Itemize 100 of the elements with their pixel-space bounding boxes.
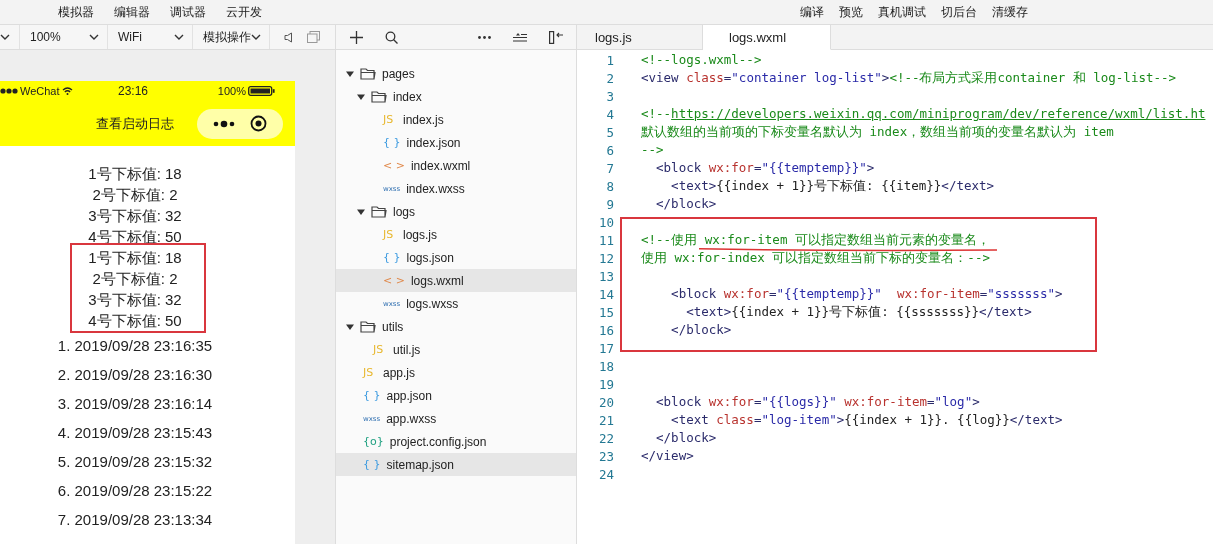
- line-number: 15: [597, 304, 614, 320]
- more-icon[interactable]: [478, 35, 491, 39]
- window-icon[interactable]: [307, 31, 320, 43]
- toolbar-button[interactable]: 清缓存: [992, 3, 1028, 21]
- toolbar-button[interactable]: 预览: [839, 3, 863, 21]
- line-number: 4: [605, 106, 614, 122]
- menu-item[interactable]: 云开发: [226, 3, 262, 21]
- more-icon[interactable]: [212, 119, 235, 128]
- log-item: 6. 2019/09/28 23:15:22: [56, 481, 214, 501]
- chevron-icon: [174, 34, 184, 40]
- caret-icon: [357, 207, 365, 216]
- file-item[interactable]: JS index.js: [336, 108, 576, 131]
- search-icon[interactable]: [385, 30, 398, 44]
- list-icon[interactable]: [513, 32, 527, 42]
- line-number: 24: [597, 466, 614, 482]
- value-text: 2号下标值: 2: [91, 269, 179, 289]
- line-number: 16: [597, 322, 614, 338]
- file-item[interactable]: { } logs.json: [336, 246, 576, 269]
- file-item[interactable]: { } sitemap.json: [336, 453, 576, 476]
- line-number: 17: [597, 340, 614, 356]
- file-item[interactable]: JS logs.js: [336, 223, 576, 246]
- dropdown[interactable]: WiFi: [108, 25, 193, 49]
- code-line: </view>: [641, 449, 694, 463]
- code-line: </block>: [655, 197, 717, 211]
- line-number: 5: [605, 124, 614, 140]
- log-item: 1. 2019/09/28 23:16:35: [56, 336, 214, 356]
- panel-icon[interactable]: [549, 30, 564, 44]
- code-line: 默认数组的当前项的下标变量名默认为 index，数组当前项的变量名默认为 item: [641, 125, 1114, 139]
- code-line: <block wx:for="{{temptemp}}">: [655, 161, 875, 175]
- folder-item[interactable]: logs: [336, 200, 576, 223]
- value-text: 4号下标值: 50: [87, 311, 183, 331]
- line-number: 2: [605, 70, 614, 86]
- menu-item[interactable]: 调试器: [170, 3, 206, 21]
- value-text: 2号下标值: 2: [91, 185, 179, 205]
- folder-icon: [360, 320, 376, 333]
- caret-icon: [346, 322, 354, 331]
- editor-tab[interactable]: logs.wxml: [703, 25, 831, 50]
- capsule-button[interactable]: [197, 108, 283, 139]
- page-title: 查看启动日志: [96, 114, 174, 133]
- chevron-icon: [251, 34, 261, 40]
- line-number: 23: [597, 448, 614, 464]
- menu-item[interactable]: 编辑器: [114, 3, 150, 21]
- folder-item[interactable]: pages: [336, 62, 576, 85]
- value-text: 3号下标值: 32: [87, 290, 183, 310]
- code-line: -->: [641, 143, 664, 157]
- line-number: 21: [597, 412, 614, 428]
- menu-item[interactable]: 模拟器: [58, 3, 94, 21]
- value-text: 1号下标值: 18: [87, 248, 183, 268]
- code-line: 使用 wx:for-index 可以指定数组当前下标的变量名：-->: [641, 251, 990, 265]
- file-item[interactable]: { } index.json: [336, 131, 576, 154]
- code-line: <text>{{index + 1}}号下标值: {{item}}</text>: [670, 179, 995, 193]
- toolbar-button[interactable]: 切后台: [941, 3, 977, 21]
- line-number: 8: [605, 178, 614, 194]
- dropdown[interactable]: [0, 25, 20, 49]
- toolbar-button[interactable]: 真机调试: [878, 3, 926, 21]
- line-number: 7: [605, 160, 614, 176]
- file-item[interactable]: JS util.js: [336, 338, 576, 361]
- plus-icon[interactable]: [350, 30, 363, 44]
- caret-icon: [346, 69, 354, 78]
- line-number: 20: [597, 394, 614, 410]
- chevron-icon: [89, 34, 99, 40]
- battery-label: 100%: [217, 85, 246, 97]
- file-item[interactable]: { } app.json: [336, 384, 576, 407]
- dropdown[interactable]: 模拟操作: [193, 25, 270, 49]
- signal-icon: [0, 88, 18, 94]
- clock-label: 23:16: [118, 84, 149, 98]
- speaker-icon[interactable]: [284, 31, 293, 43]
- code-line: </block>: [655, 431, 717, 445]
- folder-icon: [371, 90, 387, 103]
- value-text: 3号下标值: 32: [87, 206, 183, 226]
- code-line: </block>: [670, 323, 732, 337]
- dropdown[interactable]: 100%: [20, 25, 108, 49]
- folder-item[interactable]: utils: [336, 315, 576, 338]
- line-number: 12: [597, 250, 614, 266]
- file-item[interactable]: JS app.js: [336, 361, 576, 384]
- folder-item[interactable]: index: [336, 85, 576, 108]
- folder-icon: [371, 205, 387, 218]
- log-item: 3. 2019/09/28 23:16:14: [56, 394, 214, 414]
- line-number: 14: [597, 286, 614, 302]
- file-item[interactable]: < > logs.wxml: [336, 269, 576, 292]
- log-item: 5. 2019/09/28 23:15:32: [56, 452, 214, 472]
- line-number: 10: [597, 214, 614, 230]
- code-line: <!--logs.wxml-->: [641, 53, 762, 67]
- line-number: 18: [597, 358, 614, 374]
- line-number: 19: [597, 376, 614, 392]
- file-item[interactable]: < > index.wxml: [336, 154, 576, 177]
- toolbar-button[interactable]: 编译: [800, 3, 824, 21]
- caret-icon: [357, 92, 365, 101]
- carrier-label: WeChat: [20, 85, 60, 97]
- value-text: 1号下标值: 18: [87, 164, 183, 184]
- wifi-icon: [61, 87, 73, 95]
- log-item: 7. 2019/09/28 23:13:34: [56, 510, 214, 530]
- log-item: 2. 2019/09/28 23:16:30: [56, 365, 214, 385]
- file-item[interactable]: {o} project.config.json: [336, 430, 576, 453]
- code-line: <block wx:for="{{temptemp}}" wx:for-item="sssssss">: [670, 287, 1063, 301]
- battery-icon: [248, 86, 275, 96]
- chevron-icon: [0, 34, 10, 40]
- line-number: 22: [597, 430, 614, 446]
- code-line: <text class="log-item">{{index + 1}}. {{log}}</text>: [670, 413, 1063, 427]
- line-number: 6: [605, 142, 614, 158]
